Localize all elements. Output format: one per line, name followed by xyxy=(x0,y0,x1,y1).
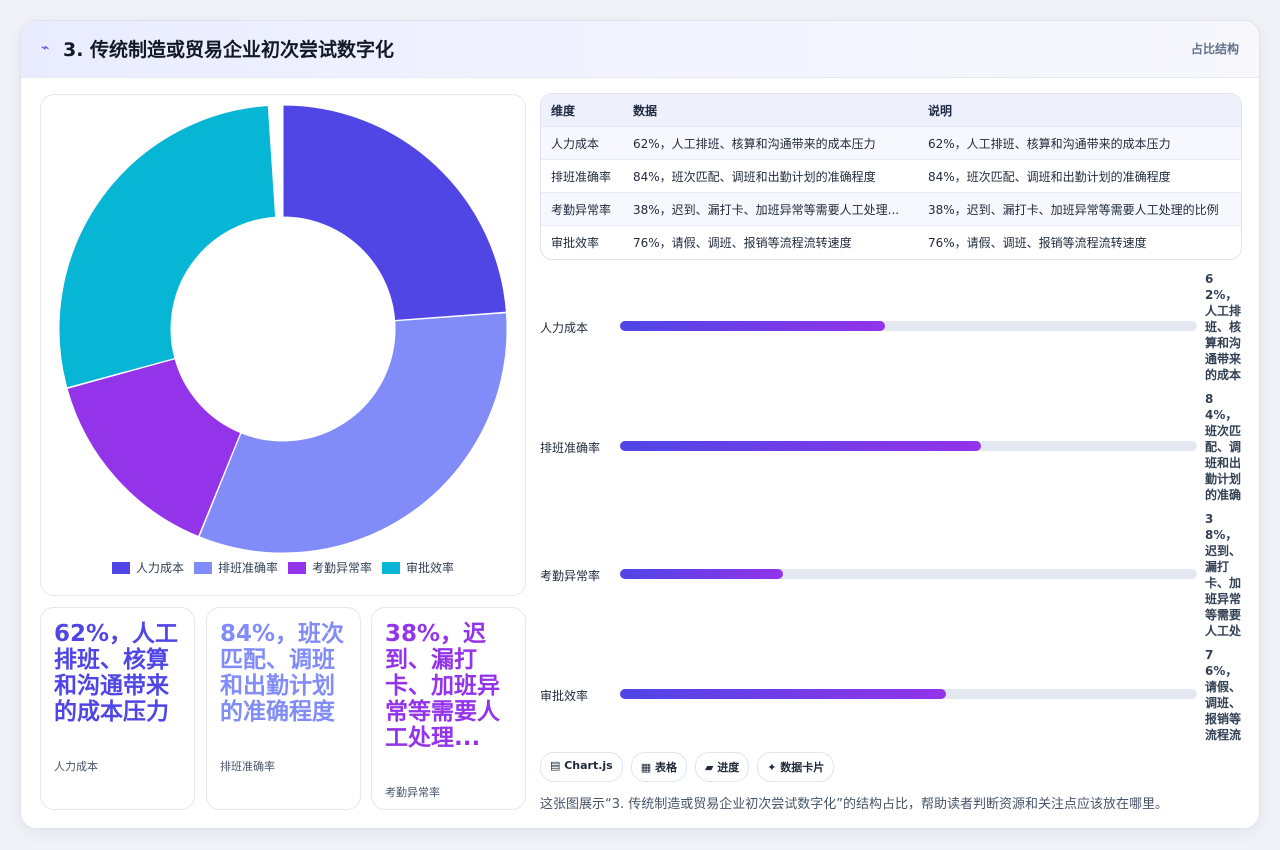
progress-track-schedule xyxy=(620,441,1197,451)
donut-slice-approval[interactable] xyxy=(58,104,277,389)
table-cell: 审批效率 xyxy=(541,225,623,258)
progress-track-labor xyxy=(620,321,1197,331)
column-header: 数据 xyxy=(623,94,918,127)
stat-card-attendance: 38%，迟到、漏打卡、加班异常等需要人工处理... 考勤异常率 xyxy=(371,607,526,810)
chart-legend: 人力成本 排班准确率 考勤异常率 审批效率 xyxy=(41,559,525,576)
donut-slice-labor[interactable] xyxy=(282,104,507,322)
donut-chart-panel: 人力成本 排班准确率 考勤异常率 审批效率 xyxy=(40,94,526,596)
progress-track-approval xyxy=(620,689,1197,699)
progress-fill xyxy=(620,569,784,579)
stat-label: 排班准确率 xyxy=(220,760,275,773)
table-cell: 84%，班次匹配、调班和出勤计划的准确程度 xyxy=(918,159,1241,193)
data-table: 维度 数据 说明 人力成本 62%，人工排班、核算和沟通带来的成本压力 62%，… xyxy=(540,93,1242,260)
progress-note: 62%，人工排班、核算和沟通带来的成本压力 xyxy=(1205,272,1242,382)
table-row: 排班准确率 84%，班次匹配、调班和出勤计划的准确程度 84%，班次匹配、调班和… xyxy=(541,159,1241,193)
table-row: 考勤异常率 38%，迟到、漏打卡、加班异常等需要人工处理... 38%，迟到、漏… xyxy=(541,192,1241,226)
legend-item-attendance[interactable]: 考勤异常率 xyxy=(288,559,372,576)
stat-label: 考勤异常率 xyxy=(385,786,440,799)
page-title: 3. 传统制造或贸易企业初次尝试数字化 xyxy=(63,39,395,61)
chip-data-cards[interactable]: ✦ 数据卡片 xyxy=(757,752,835,782)
legend-swatch xyxy=(288,561,306,574)
legend-item-schedule[interactable]: 排班准确率 xyxy=(193,559,278,576)
table-cell: 76%，请假、调班、报销等流程流转速度 xyxy=(918,225,1241,258)
progress-note: 38%，迟到、漏打卡、加班异常等需要人工处理... xyxy=(1205,512,1242,638)
table-header-row: 维度 数据 说明 xyxy=(541,94,1241,127)
legend-label: 排班准确率 xyxy=(217,561,278,575)
legend-label: 审批效率 xyxy=(406,561,455,575)
progress-fill xyxy=(620,321,886,331)
chip-chartjs[interactable]: ▤ Chart.js xyxy=(540,752,623,782)
table-cell: 38%，迟到、漏打卡、加班异常等需要人工处理... xyxy=(623,192,918,226)
table-cell: 排班准确率 xyxy=(541,159,623,193)
chart-card: ⌁ 3. 传统制造或贸易企业初次尝试数字化 占比结构 人力成本 排班准确率 考勤… xyxy=(20,20,1260,829)
table-row: 人力成本 62%，人工排班、核算和沟通带来的成本压力 62%，人工排班、核算和沟… xyxy=(541,126,1241,160)
donut-chart xyxy=(58,104,508,554)
chart-caption: 这张图展示“3. 传统制造或贸易企业初次尝试数字化”的结构占比，帮助读者判断资源… xyxy=(540,797,1169,812)
legend-label: 人力成本 xyxy=(135,561,184,575)
progress-label: 审批效率 xyxy=(540,689,589,703)
card-header: ⌁ 3. 传统制造或贸易企业初次尝试数字化 占比结构 xyxy=(21,21,1259,78)
table-cell: 人力成本 xyxy=(541,126,623,160)
chip-table[interactable]: ▦ 表格 xyxy=(630,752,687,782)
legend-swatch xyxy=(382,561,401,574)
progress-fill xyxy=(620,689,946,699)
stat-value: 84%，班次匹配、调班和出勤计划的准确程度 xyxy=(220,621,345,725)
stat-value: 62%，人工排班、核算和沟通带来的成本压力 xyxy=(54,621,179,725)
progress-note: 84%，班次匹配、调班和出勤计划的准确程度 xyxy=(1205,392,1242,502)
table-cell: 38%，迟到、漏打卡、加班异常等需要人工处理的比例 xyxy=(918,192,1241,226)
progress-label: 排班准确率 xyxy=(540,441,601,455)
chart-type-tag: 占比结构 xyxy=(1190,42,1239,56)
stat-card-schedule: 84%，班次匹配、调班和出勤计划的准确程度 排班准确率 xyxy=(206,607,361,810)
legend-label: 考勤异常率 xyxy=(312,561,373,575)
table-cell: 62%，人工排班、核算和沟通带来的成本压力 xyxy=(623,126,918,160)
progress-label: 人力成本 xyxy=(540,321,589,335)
legend-item-approval[interactable]: 审批效率 xyxy=(382,559,454,576)
progress-label: 考勤异常率 xyxy=(540,569,601,583)
stat-label: 人力成本 xyxy=(54,760,98,773)
legend-swatch xyxy=(111,561,130,574)
table-cell: 76%，请假、调班、报销等流程流转速度 xyxy=(623,225,918,258)
column-header: 维度 xyxy=(541,94,623,127)
progress-track-attendance xyxy=(620,569,1197,579)
table-cell: 考勤异常率 xyxy=(541,192,623,226)
table-row: 审批效率 76%，请假、调班、报销等流程流转速度 76%，请假、调班、报销等流程… xyxy=(541,225,1241,258)
chip-progress[interactable]: ▰ 进度 xyxy=(694,752,750,782)
column-header: 说明 xyxy=(918,94,1241,127)
table-cell: 62%，人工排班、核算和沟通带来的成本压力 xyxy=(918,126,1241,160)
legend-item-labor[interactable]: 人力成本 xyxy=(111,559,184,576)
stat-card-labor: 62%，人工排班、核算和沟通带来的成本压力 人力成本 xyxy=(40,607,195,810)
donut-slice-schedule[interactable] xyxy=(198,312,508,554)
view-chips: ▤ Chart.js ▦ 表格 ▰ 进度 ✦ 数据卡片 xyxy=(540,752,835,782)
progress-note: 76%，请假、调班、报销等流程流转速度 xyxy=(1205,648,1242,742)
legend-swatch xyxy=(193,561,212,574)
table-cell: 84%，班次匹配、调班和出勤计划的准确程度 xyxy=(623,159,918,193)
progress-fill xyxy=(620,441,981,451)
stat-value: 38%，迟到、漏打卡、加班异常等需要人工处理... xyxy=(385,621,500,751)
sparkline-icon: ⌁ xyxy=(41,40,50,56)
